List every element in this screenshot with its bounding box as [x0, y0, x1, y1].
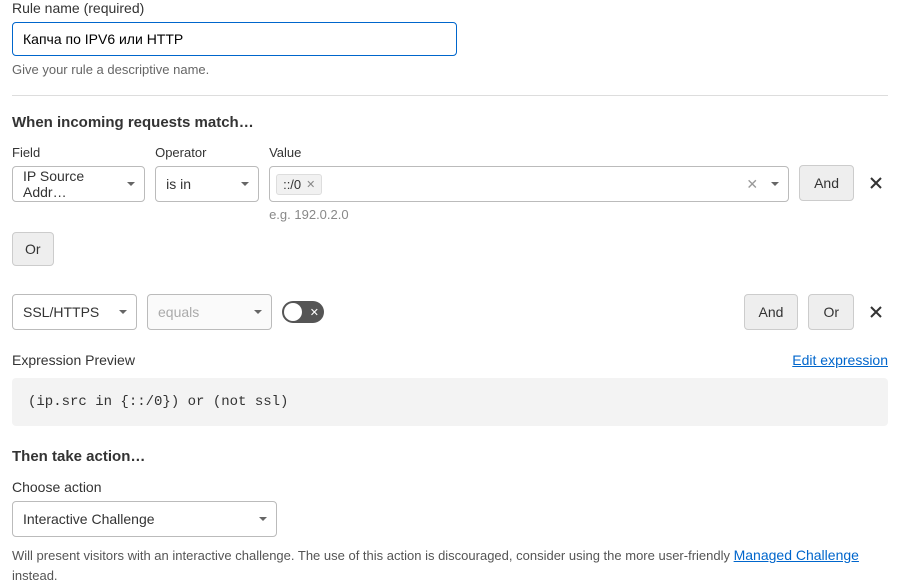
caret-down-icon — [126, 176, 136, 192]
clear-icon[interactable]: ✕ — [746, 176, 758, 193]
divider — [12, 95, 888, 96]
and-button-0[interactable]: And — [799, 165, 854, 201]
toggle-knob — [284, 303, 302, 321]
value-col-label: Value — [269, 145, 789, 160]
operator-select-0-value: is in — [166, 176, 191, 192]
value-tag: ::/0 ✕ — [276, 174, 322, 195]
remove-row-icon-1[interactable] — [864, 300, 888, 324]
field-select-1-value: SSL/HTTPS — [23, 304, 99, 320]
or-button[interactable]: Or — [12, 232, 54, 266]
caret-down-icon[interactable] — [770, 176, 780, 192]
operator-col-label: Operator — [155, 145, 259, 160]
value-example: e.g. 192.0.2.0 — [269, 207, 789, 222]
caret-down-icon — [253, 304, 263, 320]
field-select-0-value: IP Source Addr… — [23, 168, 116, 200]
edit-expression-link[interactable]: Edit expression — [792, 352, 888, 368]
remove-row-icon-0[interactable] — [864, 171, 888, 195]
field-select-1[interactable]: SSL/HTTPS — [12, 294, 137, 330]
operator-select-0[interactable]: is in — [155, 166, 259, 202]
operator-select-1[interactable]: equals — [147, 294, 272, 330]
match-heading: When incoming requests match… — [12, 114, 888, 131]
and-button-1[interactable]: And — [744, 294, 799, 330]
action-help-prefix: Will present visitors with an interactiv… — [12, 548, 734, 563]
action-help-suffix: instead. — [12, 568, 58, 583]
action-help: Will present visitors with an interactiv… — [12, 545, 888, 586]
caret-down-icon — [118, 304, 128, 320]
caret-down-icon — [240, 176, 250, 192]
rule-name-input[interactable] — [12, 22, 457, 56]
action-select-value: Interactive Challenge — [23, 511, 155, 527]
action-select[interactable]: Interactive Challenge — [12, 501, 277, 537]
rule-name-label: Rule name (required) — [12, 0, 888, 16]
value-toggle-1[interactable]: ✕ — [282, 301, 324, 323]
operator-select-1-value: equals — [158, 304, 199, 320]
expression-preview-label: Expression Preview — [12, 352, 135, 368]
action-label: Choose action — [12, 479, 888, 495]
rule-name-help: Give your rule a descriptive name. — [12, 62, 888, 77]
tag-remove-icon[interactable]: ✕ — [306, 178, 315, 191]
or-button-1[interactable]: Or — [808, 294, 854, 330]
field-col-label: Field — [12, 145, 145, 160]
expression-preview-code: (ip.src in {::/0}) or (not ssl) — [12, 378, 888, 426]
action-heading: Then take action… — [12, 448, 888, 465]
field-select-0[interactable]: IP Source Addr… — [12, 166, 145, 202]
caret-down-icon — [258, 511, 268, 527]
managed-challenge-link[interactable]: Managed Challenge — [734, 547, 859, 563]
value-input-0[interactable]: ::/0 ✕ ✕ — [269, 166, 789, 202]
toggle-off-icon: ✕ — [310, 306, 319, 319]
value-tag-text: ::/0 — [283, 177, 301, 192]
